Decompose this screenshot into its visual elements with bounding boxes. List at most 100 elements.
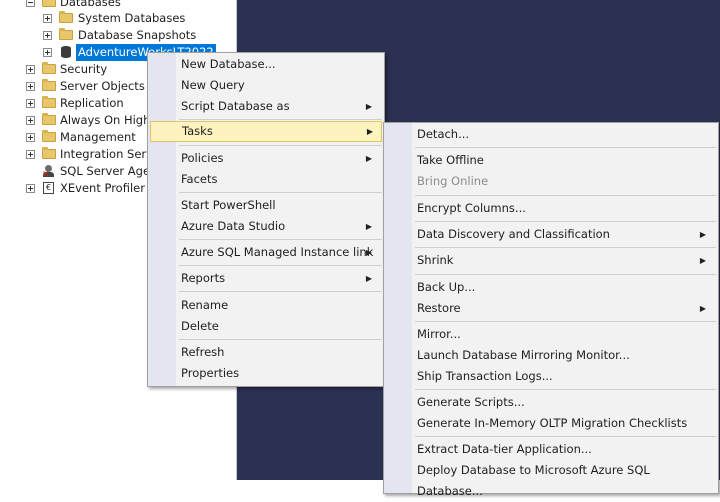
menu-item-label: Azure Data Studio [181, 219, 286, 233]
menu-item-label: Encrypt Columns... [417, 201, 526, 215]
menu-item-azure-data-studio[interactable]: Azure Data Studio ▶ [150, 216, 380, 237]
folder-icon [59, 11, 73, 23]
folder-icon [42, 96, 56, 108]
submenu-arrow-icon: ▶ [365, 102, 372, 111]
menu-item-policies[interactable]: Policies ▶ [150, 148, 380, 169]
folder-icon [42, 79, 56, 91]
menu-item-label: Delete [181, 319, 219, 333]
expand-icon[interactable] [26, 82, 35, 91]
sql-agent-icon: ✕ [42, 165, 56, 180]
menu-separator [415, 147, 716, 148]
menu-item-label: Policies [181, 151, 224, 165]
tree-label: System Databases [78, 11, 186, 25]
menu-item-generate-scripts[interactable]: Generate Scripts... [386, 392, 714, 413]
menu-item-label: Bring Online [417, 174, 489, 188]
expand-icon[interactable] [26, 65, 35, 74]
expand-icon[interactable] [26, 150, 35, 159]
tasks-submenu: Detach... Take Offline Bring Online Encr… [383, 122, 719, 498]
expand-icon[interactable] [26, 133, 35, 142]
menu-item-label: Extract Data-tier Application... [417, 442, 592, 456]
database-context-menu: New Database... New Query Script Databas… [147, 52, 385, 387]
menu-item-label: Launch Database Mirroring Monitor... [417, 348, 630, 362]
tree-label: Database Snapshots [78, 28, 197, 42]
tree-label: Security [60, 62, 108, 76]
menu-item-restore[interactable]: Restore ▶ [386, 298, 714, 319]
menu-item-label: Detach... [417, 127, 470, 141]
menu-item-label: Data Discovery and Classification [417, 227, 610, 241]
folder-icon [42, 147, 56, 159]
tree-label: XEvent Profiler [60, 181, 145, 195]
menu-item-extract-data-tier[interactable]: Extract Data-tier Application... [386, 439, 714, 460]
expand-icon[interactable] [26, 184, 35, 193]
menu-separator [415, 247, 716, 248]
menu-separator [179, 145, 382, 146]
menu-item-new-query[interactable]: New Query [150, 75, 380, 96]
menu-item-detach[interactable]: Detach... [386, 124, 714, 145]
menu-item-label: Mirror... [417, 327, 461, 341]
menu-separator [415, 221, 716, 222]
menu-item-mirror[interactable]: Mirror... [386, 324, 714, 345]
submenu-arrow-icon: ▶ [365, 154, 372, 163]
menu-item-label: Script Database as [181, 99, 290, 113]
tree-label: Server Objects [60, 79, 145, 93]
menu-item-start-powershell[interactable]: Start PowerShell [150, 195, 380, 216]
menu-separator [179, 291, 382, 292]
expand-icon[interactable] [43, 48, 52, 57]
menu-item-label: Refresh [181, 345, 225, 359]
menu-item-encrypt-columns[interactable]: Encrypt Columns... [386, 198, 714, 219]
expand-icon[interactable] [26, 99, 35, 108]
menu-item-label: Reports [181, 271, 226, 285]
expand-icon[interactable] [43, 14, 52, 23]
menu-item-delete[interactable]: Delete [150, 316, 380, 337]
menu-item-label: Deploy Database to Microsoft Azure SQL D… [417, 463, 650, 498]
menu-separator [415, 321, 716, 322]
menu-item-label: Properties [181, 366, 240, 380]
menu-item-label: Tasks [182, 124, 213, 138]
menu-item-new-database[interactable]: New Database... [150, 54, 380, 75]
menu-item-facets[interactable]: Facets [150, 169, 380, 190]
submenu-arrow-icon: ▶ [699, 230, 706, 239]
menu-separator [415, 436, 716, 437]
menu-separator [179, 239, 382, 240]
menu-item-label: Ship Transaction Logs... [417, 369, 553, 383]
tree-label: Replication [60, 96, 124, 110]
menu-item-take-offline[interactable]: Take Offline [386, 150, 714, 171]
expand-icon[interactable] [43, 31, 52, 40]
folder-icon [59, 28, 73, 40]
menu-separator [179, 119, 382, 120]
menu-item-tasks[interactable]: Tasks ▶ [150, 121, 382, 142]
menu-item-refresh[interactable]: Refresh [150, 342, 380, 363]
folder-icon [42, 113, 56, 125]
menu-item-launch-mirroring-monitor[interactable]: Launch Database Mirroring Monitor... [386, 345, 714, 366]
menu-item-label: Generate Scripts... [417, 395, 525, 409]
submenu-arrow-icon: ▶ [366, 127, 373, 136]
menu-item-label: Azure SQL Managed Instance link [181, 245, 374, 259]
menu-item-label: New Query [181, 78, 245, 92]
menu-item-shrink[interactable]: Shrink ▶ [386, 250, 714, 271]
menu-item-deploy-to-azure[interactable]: Deploy Database to Microsoft Azure SQL D… [386, 460, 714, 498]
menu-separator [415, 195, 716, 196]
submenu-arrow-icon: ▶ [699, 256, 706, 265]
menu-item-azure-sql-mi-link[interactable]: Azure SQL Managed Instance link ▶ [150, 242, 380, 263]
submenu-arrow-icon: ▶ [365, 248, 372, 257]
menu-item-label: Facets [181, 172, 218, 186]
database-icon [61, 46, 71, 58]
menu-item-label: Take Offline [417, 153, 484, 167]
menu-item-script-database-as[interactable]: Script Database as ▶ [150, 96, 380, 117]
submenu-arrow-icon: ▶ [365, 274, 372, 283]
expand-icon[interactable] [26, 116, 35, 125]
menu-item-label: Shrink [417, 253, 454, 267]
menu-item-rename[interactable]: Rename [150, 295, 380, 316]
menu-item-reports[interactable]: Reports ▶ [150, 268, 380, 289]
menu-item-label: Restore [417, 301, 461, 315]
submenu-arrow-icon: ▶ [699, 304, 706, 313]
menu-item-data-discovery[interactable]: Data Discovery and Classification ▶ [386, 224, 714, 245]
menu-item-properties[interactable]: Properties [150, 363, 380, 384]
collapse-icon[interactable] [26, 0, 35, 7]
menu-item-ship-transaction-logs[interactable]: Ship Transaction Logs... [386, 366, 714, 387]
menu-item-back-up[interactable]: Back Up... [386, 277, 714, 298]
xevent-profiler-icon: € [43, 182, 54, 194]
menu-separator [179, 192, 382, 193]
menu-item-generate-inmemory-checklists[interactable]: Generate In-Memory OLTP Migration Checkl… [386, 413, 714, 434]
menu-item-label: Generate In-Memory OLTP Migration Checkl… [417, 416, 688, 430]
